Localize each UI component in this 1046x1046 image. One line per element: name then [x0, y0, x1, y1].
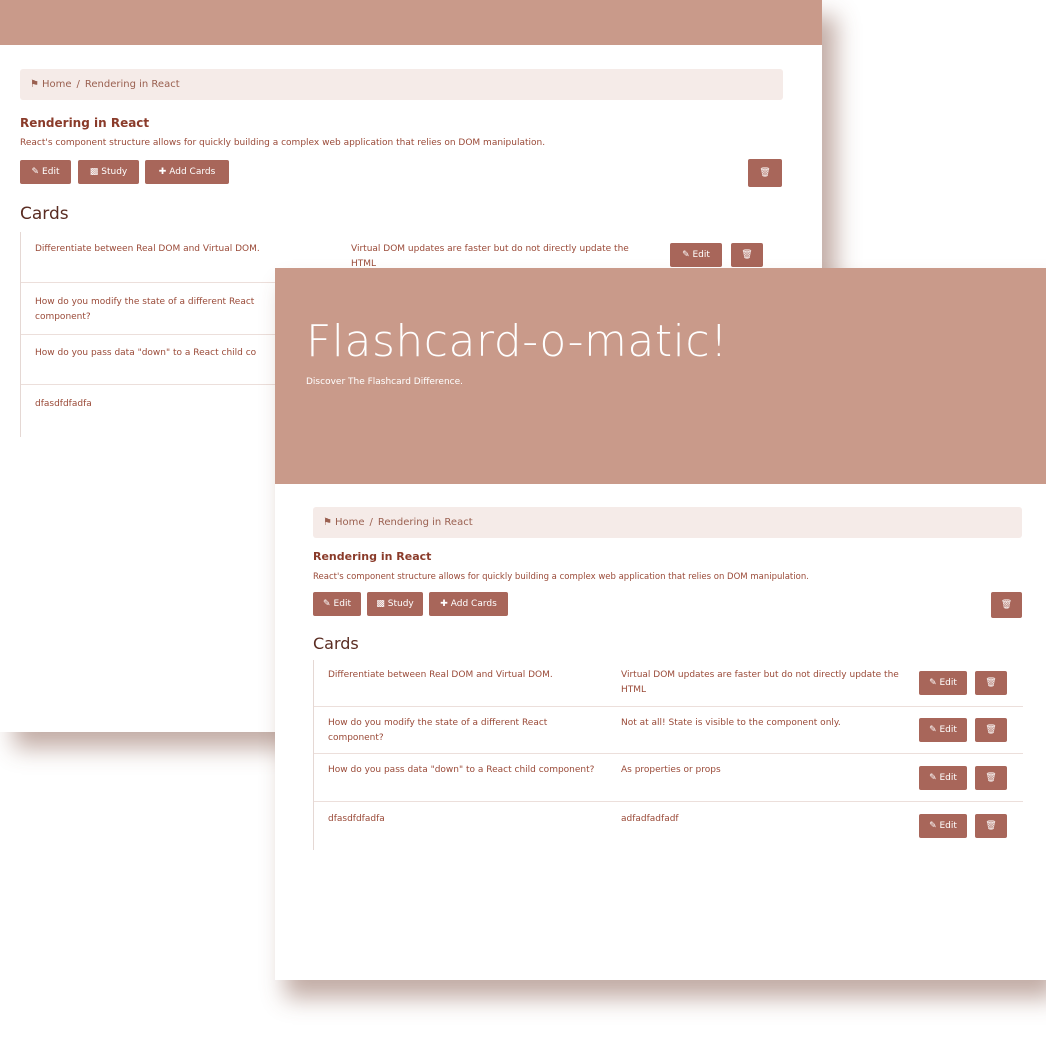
- header-bar: [0, 0, 822, 45]
- home-icon[interactable]: ⚑: [30, 79, 39, 90]
- pencil-icon: ✎: [929, 773, 937, 783]
- app-subtitle: Discover The Flashcard Difference.: [306, 377, 464, 387]
- deck-name: Rendering in React: [20, 116, 150, 130]
- add-cards-label: Add Cards: [450, 599, 497, 609]
- edit-deck-label: Edit: [333, 599, 351, 609]
- trash-icon: 🗑: [985, 725, 997, 735]
- delete-card-button[interactable]: 🗑: [975, 814, 1007, 838]
- deck-description: React's component structure allows for q…: [313, 572, 809, 582]
- card-front: Differentiate between Real DOM and Virtu…: [328, 670, 553, 680]
- card-front: dfasdfdfadfa: [328, 814, 385, 824]
- plus-icon: ✚: [440, 599, 448, 609]
- breadcrumb-separator: /: [76, 79, 80, 90]
- edit-card-button[interactable]: ✎ Edit: [670, 243, 722, 267]
- app-title: Flashcard-o-matic!: [306, 316, 729, 367]
- card-front: How do you pass data "down" to a React c…: [35, 348, 257, 358]
- book-icon: ▩: [89, 167, 99, 177]
- edit-card-button[interactable]: ✎ Edit: [919, 718, 967, 742]
- edit-card-button[interactable]: ✎ Edit: [919, 671, 967, 695]
- card-back: As properties or props: [621, 765, 721, 775]
- pencil-icon: ✎: [323, 599, 331, 609]
- cards-heading: Cards: [20, 204, 69, 224]
- edit-card-label: Edit: [939, 773, 957, 783]
- add-cards-button[interactable]: ✚ Add Cards: [429, 592, 508, 616]
- delete-deck-button[interactable]: 🗑: [991, 592, 1022, 618]
- card-front: How do you pass data "down" to a React c…: [328, 765, 595, 775]
- breadcrumb-separator: /: [369, 517, 373, 528]
- card-back: Not at all! State is visible to the comp…: [621, 718, 841, 728]
- cards-heading: Cards: [313, 634, 359, 653]
- card-front: dfasdfdfadfa: [35, 399, 92, 409]
- book-icon: ▩: [376, 599, 385, 609]
- pencil-icon: ✎: [929, 821, 937, 831]
- delete-card-button[interactable]: 🗑: [975, 766, 1007, 790]
- trash-icon: 🗑: [985, 773, 997, 783]
- card-front: Differentiate between Real DOM and Virtu…: [35, 244, 260, 254]
- edit-card-button[interactable]: ✎ Edit: [919, 814, 967, 838]
- trash-icon: 🗑: [985, 678, 997, 688]
- front-window: Flashcard-o-matic! Discover The Flashcar…: [275, 268, 1046, 980]
- trash-icon: 🗑: [759, 168, 771, 178]
- card-back: adfadfadfadf: [621, 814, 679, 824]
- pencil-icon: ✎: [929, 725, 937, 735]
- edit-card-label: Edit: [939, 678, 957, 688]
- delete-deck-button[interactable]: 🗑: [748, 159, 782, 187]
- trash-icon: 🗑: [741, 250, 753, 260]
- edit-card-button[interactable]: ✎ Edit: [919, 766, 967, 790]
- add-cards-label: Add Cards: [169, 167, 216, 177]
- breadcrumb: ⚑ Home / Rendering in React: [20, 69, 783, 100]
- delete-card-button[interactable]: 🗑: [975, 718, 1007, 742]
- edit-card-label: Edit: [939, 725, 957, 735]
- cards-list: Differentiate between Real DOM and Virtu…: [313, 660, 1023, 850]
- breadcrumb-home[interactable]: Home: [42, 79, 72, 90]
- edit-card-label: Edit: [692, 250, 710, 260]
- study-button[interactable]: ▩ Study: [78, 160, 139, 184]
- edit-card-label: Edit: [939, 821, 957, 831]
- add-cards-button[interactable]: ✚ Add Cards: [145, 160, 229, 184]
- edit-deck-label: Edit: [42, 167, 60, 177]
- plus-icon: ✚: [158, 167, 167, 177]
- breadcrumb-current: Rendering in React: [84, 79, 180, 90]
- breadcrumb: ⚑ Home / Rendering in React: [313, 507, 1022, 538]
- delete-card-button[interactable]: 🗑: [975, 671, 1007, 695]
- pencil-icon: ✎: [682, 250, 690, 260]
- card-front: How do you modify the state of a differe…: [35, 297, 255, 322]
- card-row: dfasdfdfadfa adfadfadfadf ✎ Edit 🗑: [314, 802, 1023, 850]
- card-front: How do you modify the state of a differe…: [328, 718, 548, 743]
- pencil-icon: ✎: [929, 678, 937, 688]
- breadcrumb-home[interactable]: Home: [335, 517, 365, 528]
- study-label: Study: [101, 167, 128, 177]
- edit-deck-button[interactable]: ✎ Edit: [313, 592, 361, 616]
- delete-card-button[interactable]: 🗑: [731, 243, 763, 267]
- study-label: Study: [387, 599, 414, 609]
- card-back: Virtual DOM updates are faster but do no…: [621, 670, 899, 695]
- pencil-icon: ✎: [31, 167, 40, 177]
- home-icon[interactable]: ⚑: [323, 517, 332, 528]
- trash-icon: 🗑: [1000, 600, 1013, 610]
- study-button[interactable]: ▩ Study: [367, 592, 423, 616]
- edit-deck-button[interactable]: ✎ Edit: [20, 160, 71, 184]
- card-row: Differentiate between Real DOM and Virtu…: [314, 660, 1023, 707]
- deck-description: React's component structure allows for q…: [20, 138, 546, 148]
- jumbotron: Flashcard-o-matic! Discover The Flashcar…: [275, 268, 1046, 484]
- deck-name: Rendering in React: [313, 550, 432, 563]
- card-row: How do you pass data "down" to a React c…: [314, 754, 1023, 802]
- breadcrumb-current: Rendering in React: [377, 517, 473, 528]
- trash-icon: 🗑: [985, 821, 997, 831]
- card-row: How do you modify the state of a differe…: [314, 707, 1023, 754]
